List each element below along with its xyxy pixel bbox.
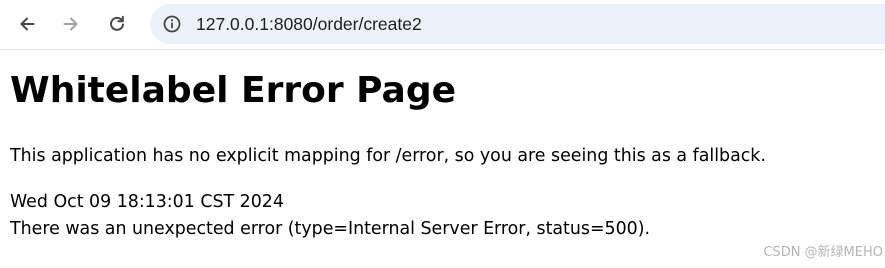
fallback-message: This application has no explicit mapping… (10, 146, 766, 166)
arrow-left-icon (20, 17, 35, 31)
browser-toolbar: 127.0.0.1:8080/order/create2 (0, 0, 885, 50)
reload-icon (110, 15, 124, 31)
address-bar[interactable]: 127.0.0.1:8080/order/create2 (150, 4, 885, 44)
error-detail: There was an unexpected error (type=Inte… (10, 219, 651, 239)
back-button[interactable] (12, 9, 42, 39)
reload-button[interactable] (102, 9, 132, 39)
error-timestamp: Wed Oct 09 18:13:01 CST 2024 (10, 192, 284, 212)
page-content: Whitelabel Error Page This application h… (0, 51, 885, 268)
url-text[interactable]: 127.0.0.1:8080/order/create2 (196, 13, 422, 35)
forward-button[interactable] (56, 9, 86, 39)
watermark: CSDN @新绿MEHO (763, 245, 883, 260)
info-circle-icon[interactable] (162, 14, 182, 34)
arrow-right-icon (63, 17, 78, 31)
page-title: Whitelabel Error Page (10, 70, 457, 111)
